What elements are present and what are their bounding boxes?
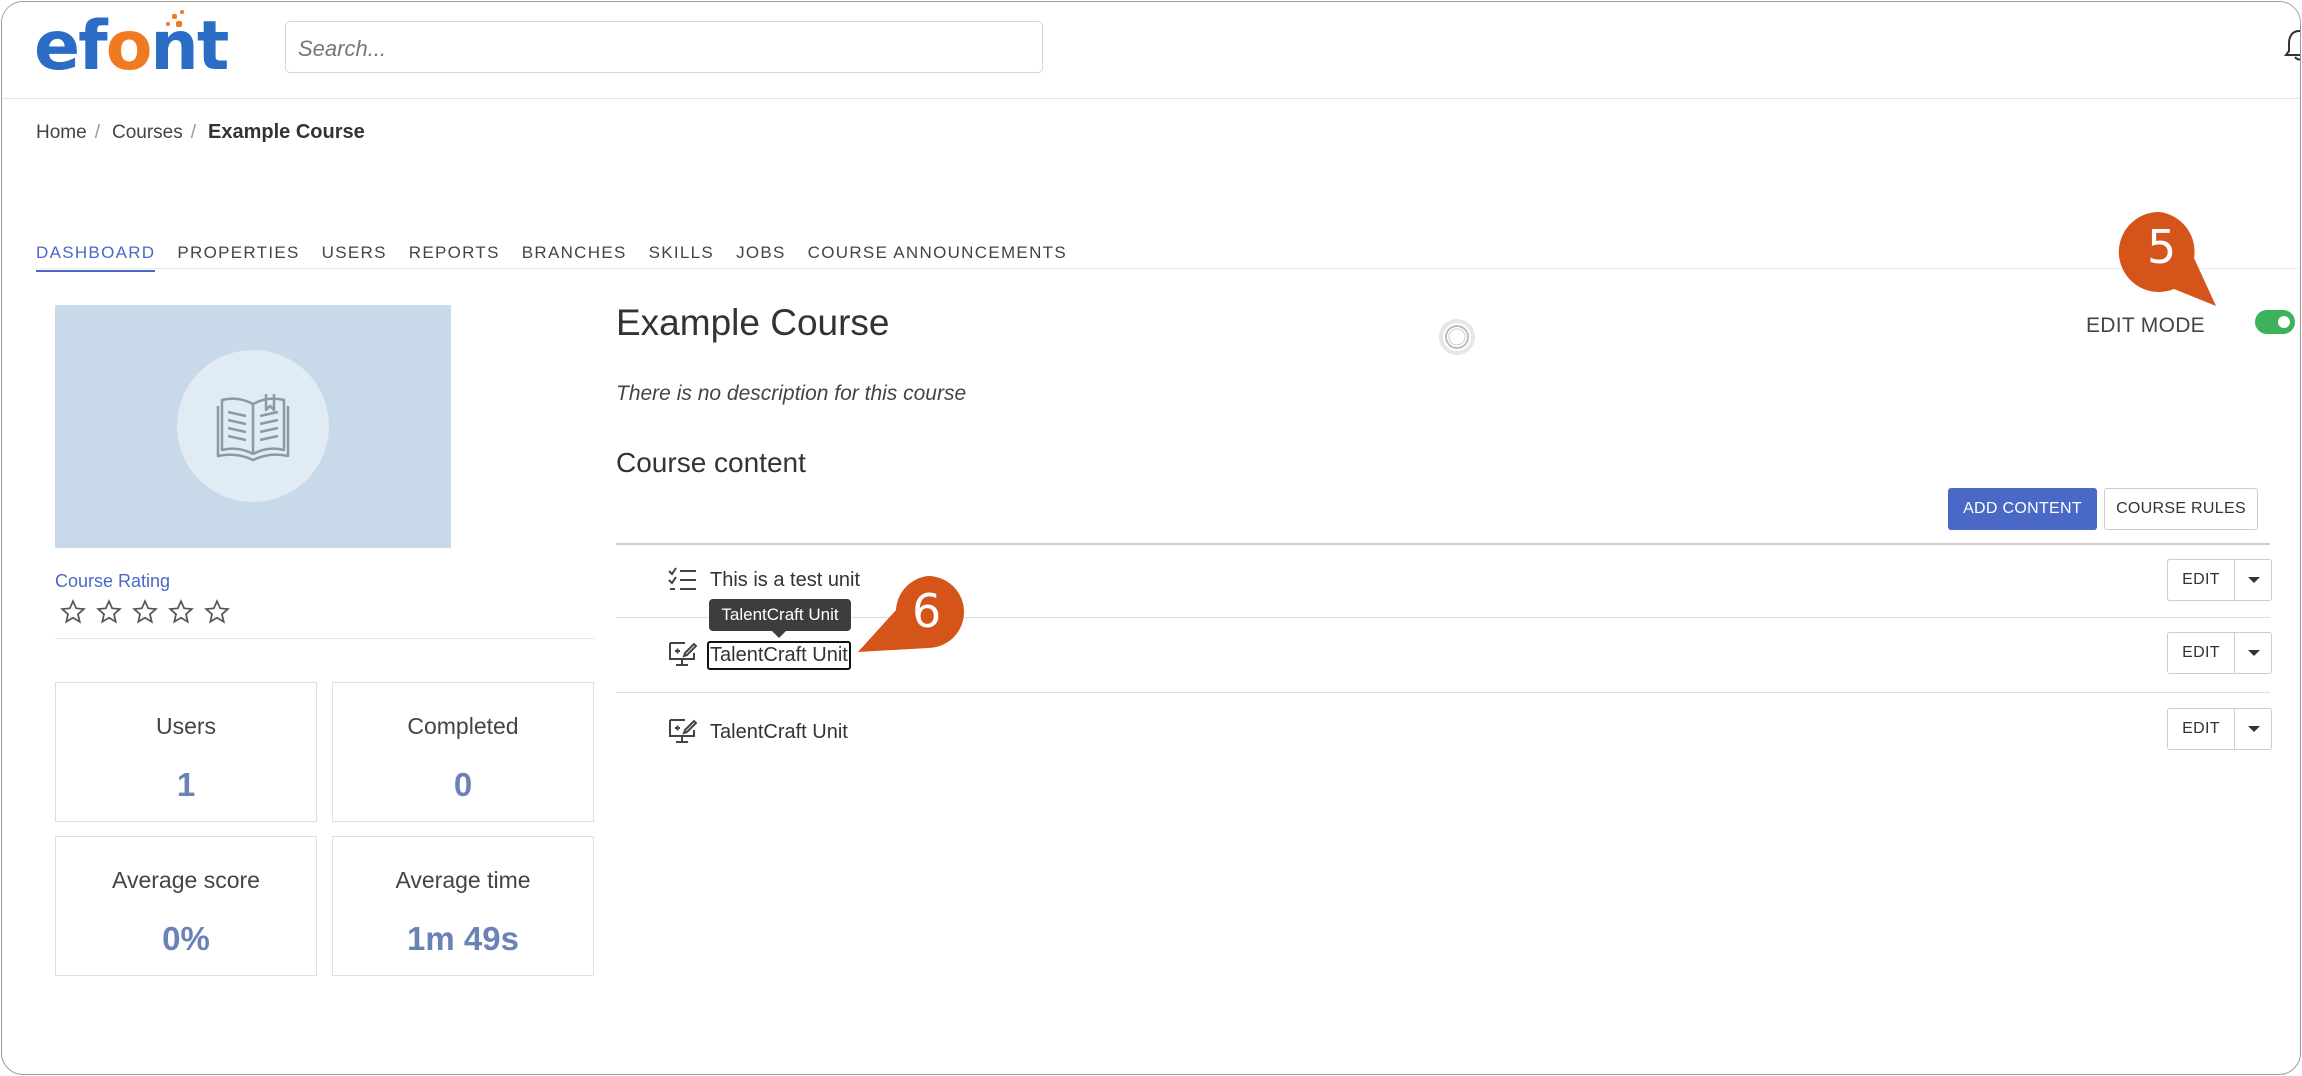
course-description: There is no description for this course <box>616 382 967 405</box>
breadcrumb-home[interactable]: Home <box>36 122 87 144</box>
logo-text-o: o <box>105 7 153 86</box>
tab-branches[interactable]: BRANCHES <box>522 243 627 272</box>
course-rating-label: Course Rating <box>55 571 171 591</box>
tab-dashboard[interactable]: DASHBOARD <box>36 243 156 272</box>
edit-label[interactable]: EDIT <box>2168 560 2235 600</box>
loading-spinner-icon <box>1439 319 1475 355</box>
book-icon <box>216 394 290 462</box>
chevron-down-icon[interactable] <box>2235 560 2271 600</box>
tab-jobs[interactable]: JOBS <box>736 243 786 272</box>
step-marker-6: 6 <box>856 574 968 654</box>
monitor-edit-icon <box>669 719 697 743</box>
logo-dots-icon <box>162 10 192 32</box>
search-input[interactable]: Search... <box>285 21 1043 73</box>
tab-users[interactable]: USERS <box>322 243 387 272</box>
tab-skills[interactable]: SKILLS <box>649 243 714 272</box>
logo-text-ef: ef <box>34 7 108 86</box>
star-icon[interactable] <box>60 599 86 625</box>
chevron-down-icon[interactable] <box>2235 633 2271 673</box>
unit-title[interactable]: This is a test unit <box>710 569 860 592</box>
stat-value: 0 <box>453 766 473 803</box>
edit-label[interactable]: EDIT <box>2168 633 2235 673</box>
step-number: 5 <box>2147 220 2177 274</box>
stat-value: 1m 49s <box>407 920 519 957</box>
checklist-icon <box>668 567 696 590</box>
unit-edit-button[interactable]: EDIT <box>2167 559 2272 601</box>
breadcrumb-separator: / <box>94 121 100 143</box>
star-icon[interactable] <box>168 599 194 625</box>
course-title: Example Course <box>616 302 890 343</box>
star-icon[interactable] <box>204 599 230 625</box>
divider <box>55 638 595 639</box>
star-icon[interactable] <box>96 599 122 625</box>
monitor-edit-icon <box>669 642 697 666</box>
star-icon[interactable] <box>132 599 158 625</box>
add-content-button[interactable]: ADD CONTENT <box>1948 488 2097 530</box>
step-number: 6 <box>912 584 942 638</box>
stat-label: Completed <box>407 713 519 739</box>
unit-title-selected[interactable]: TalentCraft Unit <box>707 641 851 670</box>
stat-value: 0% <box>162 920 210 957</box>
stat-average-time: Average time 1m 49s <box>332 836 594 976</box>
tab-course-announcements[interactable]: COURSE ANNOUNCEMENTS <box>808 243 1067 272</box>
rating-stars[interactable] <box>60 599 230 625</box>
unit-edit-button[interactable]: EDIT <box>2167 632 2272 674</box>
bell-icon[interactable] <box>2284 28 2300 62</box>
course-content-heading: Course content <box>616 447 806 478</box>
course-tabs: DASHBOARD PROPERTIES USERS REPORTS BRANC… <box>36 243 2300 272</box>
stat-label: Average time <box>395 867 531 893</box>
stat-value: 1 <box>176 766 196 803</box>
chevron-down-icon[interactable] <box>2235 709 2271 749</box>
app-window: efont Search... Home / Courses / Example C… <box>1 1 2301 1075</box>
stat-completed: Completed 0 <box>332 682 594 822</box>
stat-average-score: Average score 0% <box>55 836 317 976</box>
stat-label: Users <box>155 713 217 739</box>
breadcrumb-courses[interactable]: Courses <box>112 122 183 144</box>
thumbnail-circle <box>177 350 329 502</box>
toggle-knob <box>2278 316 2290 328</box>
unit-tooltip: TalentCraft Unit <box>709 599 851 638</box>
step-marker-5: 5 <box>2118 210 2218 320</box>
unit-edit-button[interactable]: EDIT <box>2167 708 2272 750</box>
stat-label: Average score <box>112 867 260 893</box>
breadcrumb-current: Example Course <box>208 121 365 143</box>
edit-mode-toggle[interactable] <box>2255 310 2295 334</box>
divider <box>616 692 2270 693</box>
tab-reports[interactable]: REPORTS <box>409 243 500 272</box>
course-thumbnail <box>55 305 451 548</box>
stat-users: Users 1 <box>55 682 317 822</box>
edit-label[interactable]: EDIT <box>2168 709 2235 749</box>
top-header: efont Search... <box>2 2 2300 99</box>
unit-title[interactable]: TalentCraft Unit <box>710 721 848 744</box>
efront-logo[interactable]: efont <box>34 7 229 86</box>
breadcrumb: Home / Courses / Example Course <box>36 121 365 144</box>
breadcrumb-separator: / <box>190 121 196 143</box>
divider <box>616 543 2270 545</box>
tab-properties[interactable]: PROPERTIES <box>177 243 299 272</box>
course-rules-button[interactable]: COURSE RULES <box>2104 488 2258 530</box>
